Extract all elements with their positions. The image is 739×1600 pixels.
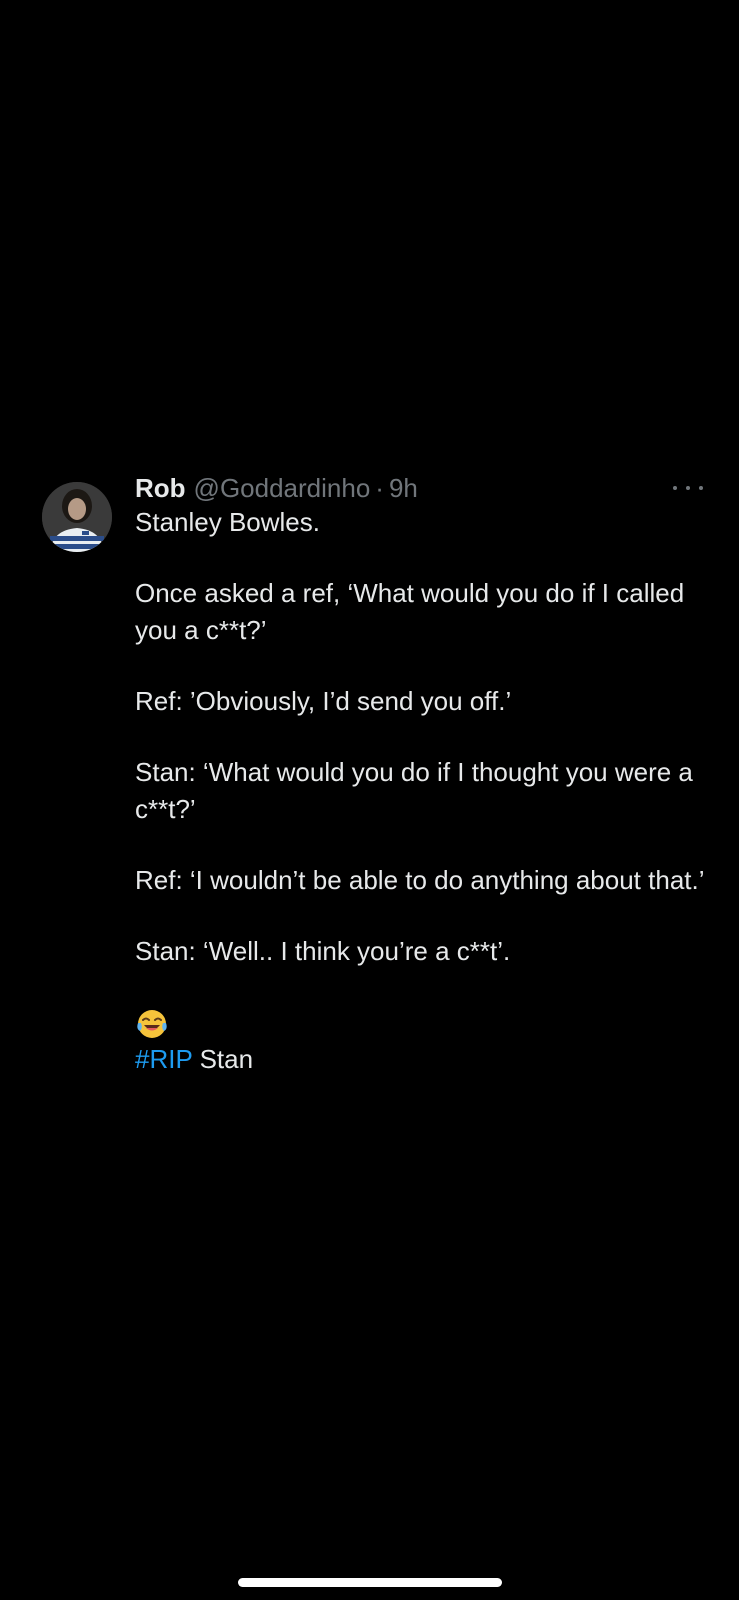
author-handle[interactable]: @Goddardinho [194, 473, 371, 504]
more-dot [699, 486, 703, 490]
tweet-line: Ref: ’Obviously, I’d send you off.’ [135, 686, 512, 716]
hashtag-link[interactable]: #RIP [135, 1044, 192, 1074]
tweet-line: Stanley Bowles. [135, 507, 320, 537]
tweet-line: Stan: ‘What would you do if I thought yo… [135, 757, 693, 824]
more-dot [686, 486, 690, 490]
tweet[interactable]: Rob @Goddardinho · 9h Stanley Bowles. On… [0, 470, 739, 1130]
tweet-emoji-line [135, 1004, 715, 1041]
tweet-closing-text: Stan [192, 1044, 254, 1075]
tweet-line: Ref: ‘I wouldn’t be able to do anything … [135, 865, 705, 895]
author-display-name[interactable]: Rob [135, 473, 186, 504]
more-options-button[interactable] [673, 476, 703, 500]
timestamp[interactable]: 9h [389, 473, 418, 504]
tweet-header: Rob @Goddardinho · 9h [135, 470, 418, 506]
separator-dot: · [375, 472, 384, 503]
tears-of-joy-emoji-icon [137, 1010, 167, 1039]
avatar-photo-icon [42, 482, 112, 552]
more-dot [673, 486, 677, 490]
avatar[interactable] [42, 482, 112, 552]
tweet-line: Stan: ‘Well.. I think you’re a c**t’. [135, 936, 511, 966]
tweet-line: Once asked a ref, ‘What would you do if … [135, 578, 685, 645]
home-indicator[interactable] [238, 1578, 502, 1587]
tweet-hashtag-line: #RIP Stan [135, 1041, 715, 1078]
tweet-text: Stanley Bowles. Once asked a ref, ‘What … [135, 504, 715, 1078]
